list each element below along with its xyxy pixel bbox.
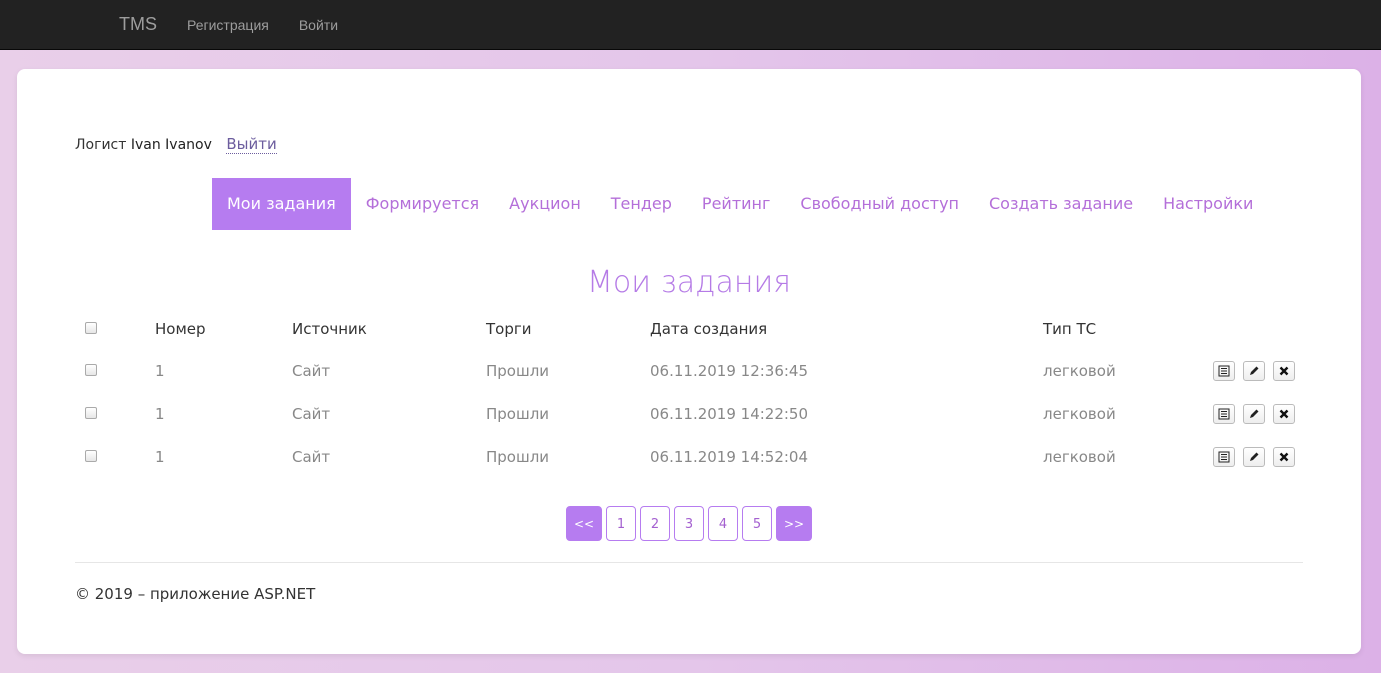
main-card: Логист Ivan Ivanov Выйти Мои задания Фор… bbox=[17, 69, 1361, 654]
tab-settings[interactable]: Настройки bbox=[1148, 178, 1268, 230]
pagination: << 1 2 3 4 5 >> bbox=[17, 506, 1361, 541]
header-vehicle[interactable]: Тип ТС bbox=[1043, 309, 1193, 349]
page-title: Мои задания bbox=[587, 265, 791, 300]
task-number-link[interactable]: 1 bbox=[155, 349, 292, 392]
tabs-nav: Мои задания Формируется Аукцион Тендер Р… bbox=[212, 178, 1268, 230]
pager-page-4[interactable]: 4 bbox=[708, 506, 738, 541]
row-checkbox[interactable] bbox=[85, 363, 97, 376]
table-row: 1 Сайт Прошли 06.11.2019 14:52:04 легков… bbox=[75, 435, 1303, 478]
footer-divider bbox=[75, 562, 1303, 563]
close-icon[interactable] bbox=[1273, 446, 1295, 467]
list-icon[interactable] bbox=[1213, 360, 1236, 381]
logout-link[interactable]: Выйти bbox=[226, 135, 277, 154]
task-number-link[interactable]: 1 bbox=[155, 392, 292, 435]
table-header-row: Номер Источник Торги Дата создания Тип Т… bbox=[75, 309, 1303, 349]
row-checkbox[interactable] bbox=[85, 406, 97, 419]
close-icon[interactable] bbox=[1273, 403, 1295, 424]
pager-page-1[interactable]: 1 bbox=[606, 506, 636, 541]
tab-tender[interactable]: Тендер bbox=[596, 178, 687, 230]
task-source: Сайт bbox=[292, 404, 331, 423]
task-source: Сайт bbox=[292, 447, 331, 466]
pencil-icon[interactable] bbox=[1243, 446, 1266, 467]
task-trades: Прошли bbox=[486, 404, 550, 423]
tab-free-access[interactable]: Свободный доступ bbox=[785, 178, 974, 230]
task-number-link[interactable]: 1 bbox=[155, 435, 292, 478]
tab-my-tasks[interactable]: Мои задания bbox=[212, 178, 351, 230]
tab-auction[interactable]: Аукцион bbox=[494, 178, 596, 230]
nav-register-link[interactable]: Регистрация bbox=[187, 17, 269, 33]
brand-link[interactable]: TMS bbox=[119, 14, 157, 35]
footer-text: © 2019 – приложение ASP.NET bbox=[75, 585, 316, 603]
task-vehicle: легковой bbox=[1043, 404, 1116, 423]
pager-next-button[interactable]: >> bbox=[776, 506, 812, 541]
pager-page-2[interactable]: 2 bbox=[640, 506, 670, 541]
nav-login-link[interactable]: Войти bbox=[299, 17, 338, 33]
list-icon[interactable] bbox=[1213, 446, 1236, 467]
tab-create-task[interactable]: Создать задание bbox=[974, 178, 1148, 230]
pager-page-5[interactable]: 5 bbox=[742, 506, 772, 541]
user-info: Логист Ivan Ivanov Выйти bbox=[75, 135, 277, 154]
tab-rating[interactable]: Рейтинг bbox=[687, 178, 785, 230]
user-role: Логист bbox=[75, 137, 127, 153]
close-icon[interactable] bbox=[1273, 360, 1295, 381]
table-row: 1 Сайт Прошли 06.11.2019 12:36:45 легков… bbox=[75, 349, 1303, 392]
user-name: Ivan Ivanov bbox=[130, 137, 212, 153]
header-number[interactable]: Номер bbox=[155, 309, 292, 349]
task-created: 06.11.2019 12:36:45 bbox=[650, 361, 809, 380]
task-source: Сайт bbox=[292, 361, 331, 380]
table-row: 1 Сайт Прошли 06.11.2019 14:22:50 легков… bbox=[75, 392, 1303, 435]
task-trades: Прошли bbox=[486, 447, 550, 466]
list-icon[interactable] bbox=[1213, 403, 1236, 424]
header-source[interactable]: Источник bbox=[292, 309, 486, 349]
pencil-icon[interactable] bbox=[1243, 403, 1266, 424]
tasks-table: Номер Источник Торги Дата создания Тип Т… bbox=[75, 309, 1303, 478]
header-created[interactable]: Дата создания bbox=[650, 309, 1043, 349]
pager-prev-button[interactable]: << bbox=[566, 506, 602, 541]
pencil-icon[interactable] bbox=[1243, 360, 1266, 381]
select-all-checkbox[interactable] bbox=[85, 322, 97, 334]
pager-page-3[interactable]: 3 bbox=[674, 506, 704, 541]
task-trades: Прошли bbox=[486, 361, 550, 380]
task-created: 06.11.2019 14:52:04 bbox=[650, 447, 809, 466]
tab-forming[interactable]: Формируется bbox=[351, 178, 494, 230]
row-checkbox[interactable] bbox=[85, 449, 97, 462]
task-created: 06.11.2019 14:22:50 bbox=[650, 404, 809, 423]
task-vehicle: легковой bbox=[1043, 447, 1116, 466]
top-navbar: TMS Регистрация Войти bbox=[0, 0, 1381, 50]
header-trades[interactable]: Торги bbox=[486, 309, 650, 349]
task-vehicle: легковой bbox=[1043, 361, 1116, 380]
